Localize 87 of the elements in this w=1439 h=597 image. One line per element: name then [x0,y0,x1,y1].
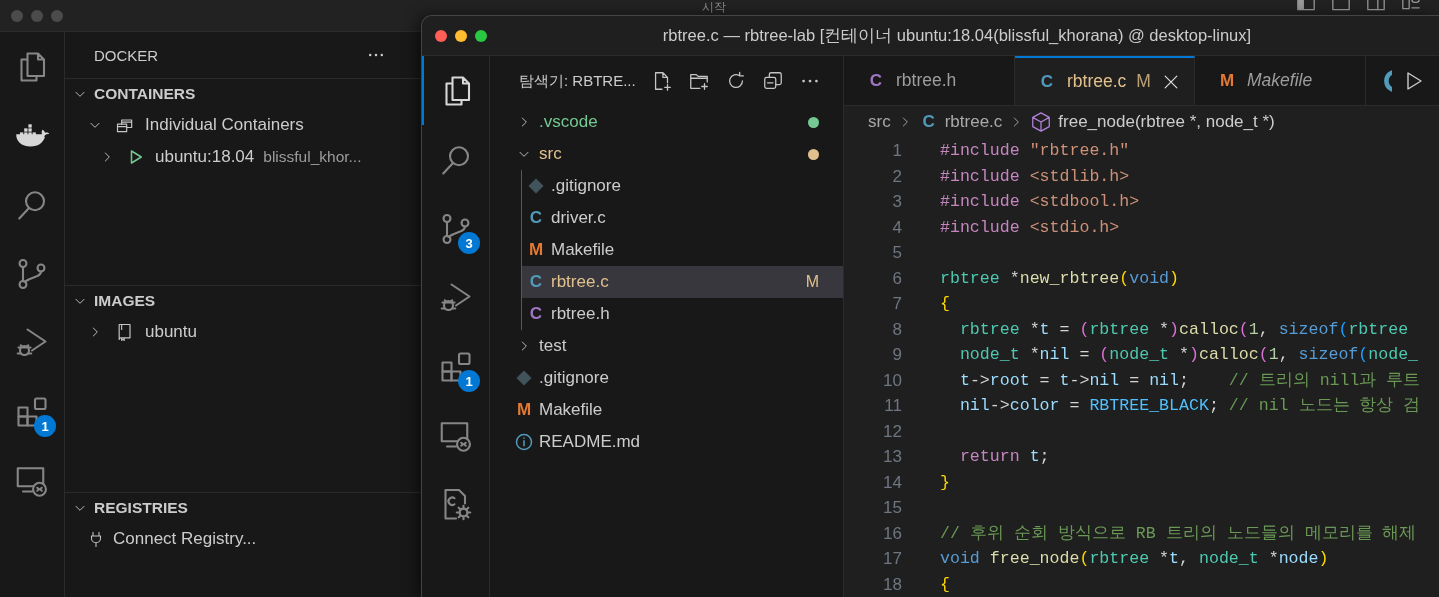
window-control[interactable] [475,29,487,42]
file-tree-row[interactable]: M Makefile [490,394,843,426]
window-control[interactable] [435,29,447,42]
line-number: 6 [891,267,902,290]
code-line: nil->color = RBTREE_BLACK; // nil 노드는 항상 검 [958,395,1421,417]
file-type-icon: C [526,208,546,228]
section-header[interactable]: CONTAINERS [94,85,196,103]
line-number: 15 [882,497,902,519]
code-line: #include <stdio.h> [940,216,1120,239]
breadcrumb-item[interactable]: src [868,112,891,132]
collapse-icon[interactable] [762,70,784,92]
line-number: 3 [891,191,902,213]
line-number: 11 [883,395,902,417]
menu-title: 시작 [702,0,726,14]
code-line: } [940,471,950,494]
section-header[interactable]: REGISTRIES [94,499,188,517]
window-control[interactable] [455,29,467,42]
file-type-icon: M [514,400,534,420]
diamond-icon [527,177,545,195]
code-line: rbtree *t = (rbtree *)calloc(1, sizeof(rbtree [958,318,1409,341]
split-layout-icon [1366,0,1386,12]
file-type-icon: C [918,112,939,132]
code-line: node_t *nil = (node_t *)calloc(1, sizeof(node_ [958,344,1419,366]
code-line: #include <stdbool.h> [940,191,1140,213]
tree-item[interactable]: Individual Containers [145,115,304,135]
line-number: 7 [891,293,902,315]
line-number: 14 [882,471,902,494]
editor-tab[interactable]: C rbtree.c M [1015,56,1195,105]
info-icon [514,432,534,452]
line-number: 4 [891,216,902,239]
file-type-icon: M [526,240,546,260]
file-tree-row[interactable]: .gitignore [490,362,843,394]
line-number: 16 [882,522,902,545]
breadcrumb-item[interactable]: rbtree.c [944,112,1003,132]
line-number: 12 [882,420,902,443]
code-line: #include <stdlib.h> [940,165,1130,188]
code-line: rbtree *new_rbtree(void) [940,267,1180,290]
panel-layout-icon [1331,0,1351,12]
code-line: { [940,573,950,596]
section-header[interactable]: IMAGES [94,292,156,310]
git-status-letter: M [805,273,819,291]
tree-item[interactable]: ubuntu:18.04 [155,147,255,167]
window-title: rbtree.c — rbtree-lab [컨테이너 ubuntu:18.04(blissful_khorana) @ desktop-linux] [662,24,1253,46]
line-number: 18 [882,573,902,596]
line-number: 10 [882,369,902,392]
file-tree-row[interactable]: src [490,138,843,170]
line-number: 2 [891,165,902,188]
sidebar-layout-icon [1296,0,1316,12]
file-tree-row[interactable]: .vscode [490,106,843,138]
code-line: // 후위 순회 방식으로 RB 트리의 노드들의 메모리를 해제 [940,522,1417,545]
git-status-letter: M [1136,71,1151,92]
file-type-icon: M [1217,70,1237,91]
line-number: 8 [891,318,902,341]
editor-tab[interactable]: M Makefile [1195,56,1366,105]
line-number: 13 [882,446,902,468]
tree-item[interactable]: ubuntu [145,322,197,342]
file-type-icon: C [526,304,546,324]
file-tree-row[interactable]: C rbtree.h [522,298,843,330]
tree-item[interactable]: Connect Registry... [113,529,257,549]
file-tree-row[interactable]: .gitignore [522,170,843,202]
panel-title: 탐색기: RBTRE... [519,71,636,91]
diamond-icon [515,369,533,387]
customize-layout-icon [1401,0,1421,12]
file-type-icon: C [526,272,546,292]
file-tree-row[interactable]: test [490,330,843,362]
line-number: 1 [891,140,902,162]
breadcrumb-item[interactable]: free_node(rbtree *, node_t *) [1058,112,1275,132]
code-line: t->root = t->nil = nil; // 트리의 nill과 루트 [958,369,1421,392]
code-line: return t; [958,446,1050,468]
line-number: 17 [882,548,902,570]
file-type-icon: C [1037,71,1057,92]
file-type-icon: C [866,70,886,91]
code-line: #include "rbtree.h" [940,140,1130,162]
code-line: void free_node(rbtree *t, node_t *node) [940,548,1329,570]
line-number: 9 [891,344,902,366]
line-number: 5 [891,242,902,264]
file-tree-row[interactable]: M Makefile [522,234,843,266]
file-tree-row[interactable]: C driver.c [522,202,843,234]
container-name: blissful_khor... [263,148,362,166]
count-badge: 1 [458,370,480,392]
count-badge: 3 [458,232,480,254]
file-tree-row[interactable]: C rbtree.c M [522,266,843,298]
file-tree-row[interactable]: README.md [490,426,843,458]
cube-icon [1030,111,1053,133]
count-badge: 1 [34,415,56,437]
panel-title: DOCKER [94,46,159,64]
code-line: { [940,293,950,315]
